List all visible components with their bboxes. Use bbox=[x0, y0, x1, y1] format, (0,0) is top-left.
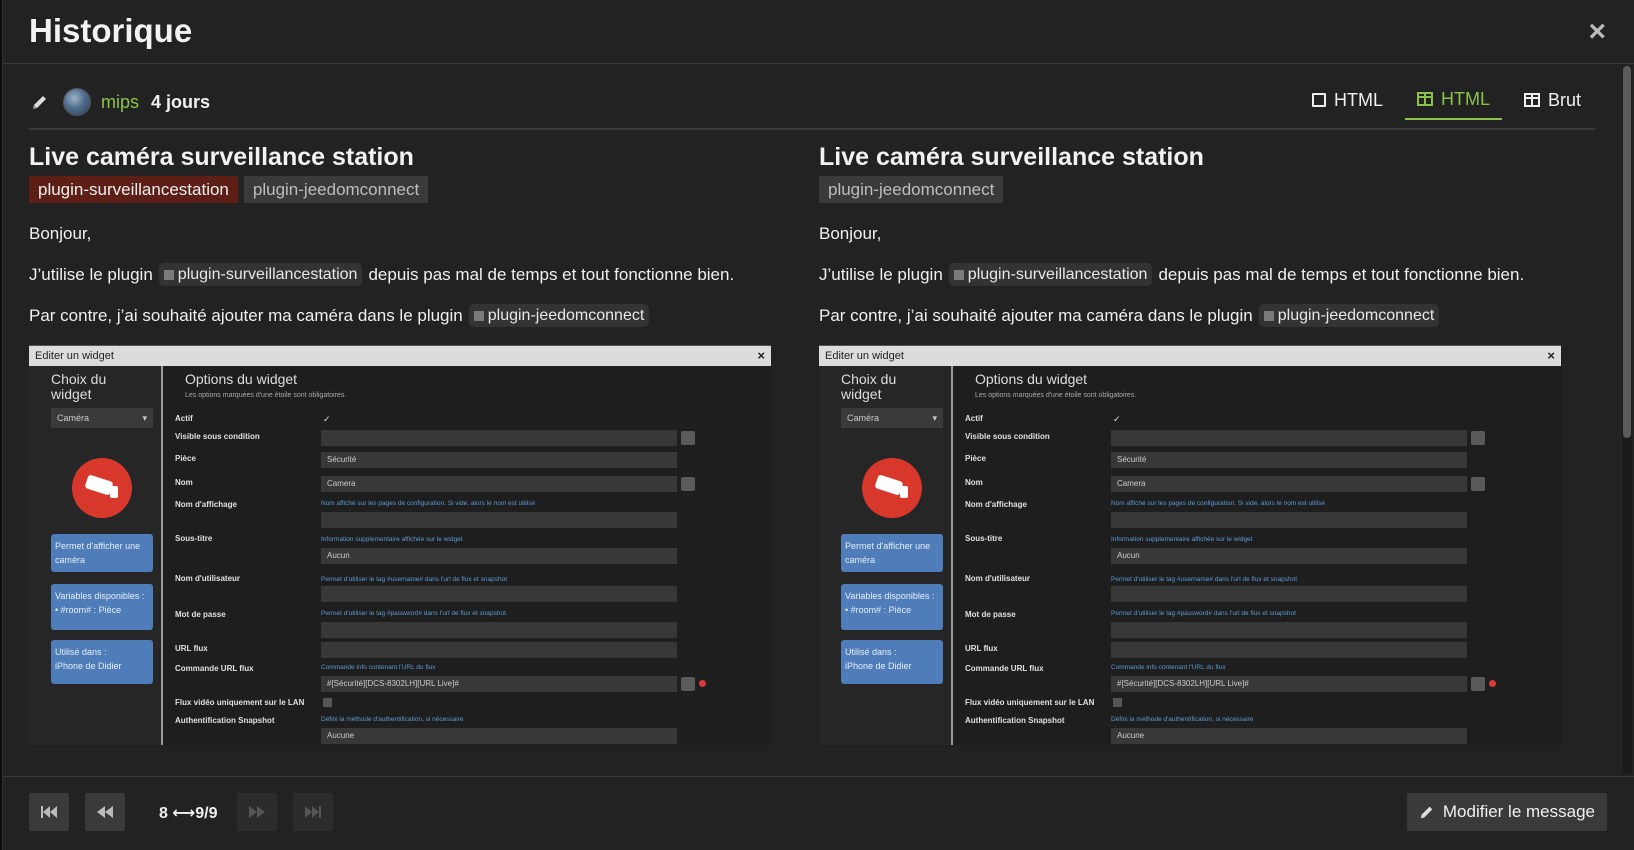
tag-icon bbox=[163, 269, 174, 280]
tag-icon bbox=[953, 269, 964, 280]
tag[interactable]: plugin-jeedomconnect bbox=[819, 176, 1004, 203]
plus-icon bbox=[681, 477, 695, 491]
tab-html-inline[interactable]: HTML bbox=[1300, 80, 1395, 120]
username-link[interactable]: mips bbox=[101, 92, 139, 113]
edit-message-button[interactable]: Modifier le message bbox=[1406, 793, 1607, 831]
shot-info-box: Variables disponibles : • #room# : Pièce bbox=[841, 584, 943, 630]
close-icon: × bbox=[1547, 348, 1555, 363]
check-icon: ✓ bbox=[323, 414, 331, 424]
tag-list: plugin-surveillancestation plugin-jeedom… bbox=[29, 176, 771, 203]
shot-options-sub: Les options marquées d'une étoile sont o… bbox=[975, 392, 1137, 399]
shot-info-box: Utilisé dans : iPhone de Didier bbox=[841, 640, 943, 684]
shot-sidebar: Choix du widget Caméra Permet d'afficher… bbox=[29, 366, 163, 745]
tab-label: Brut bbox=[1547, 89, 1581, 110]
rewind-icon bbox=[97, 806, 113, 818]
scrollbar[interactable] bbox=[1622, 66, 1632, 774]
revision-meta: mips 4 jours bbox=[29, 86, 210, 118]
skip-forward-icon bbox=[305, 806, 321, 818]
tag-icon bbox=[1263, 310, 1274, 321]
post-title: Live caméra surveillance station bbox=[29, 143, 414, 171]
shot-widget-select: Caméra bbox=[51, 408, 153, 428]
fast-forward-icon bbox=[249, 806, 265, 818]
tag-list: plugin-jeedomconnect bbox=[819, 176, 1561, 203]
last-revision-button[interactable] bbox=[293, 793, 333, 831]
list-icon bbox=[1471, 677, 1485, 691]
modal-title: Historique bbox=[29, 12, 193, 49]
post-title: Live caméra surveillance station bbox=[819, 143, 1204, 171]
current-revision: Live caméra surveillance station plugin-… bbox=[819, 136, 1561, 745]
embedded-screenshot[interactable]: Editer un widget × Choix du widget Caméra… bbox=[819, 345, 1561, 745]
shot-side-title: Choix du widget bbox=[51, 371, 107, 402]
embedded-screenshot[interactable]: Editer un widget × Choix du widget Caméra… bbox=[29, 345, 771, 745]
paragraph: J’utilise le plugin plugin-surveillances… bbox=[29, 263, 771, 286]
first-revision-button[interactable] bbox=[29, 793, 69, 831]
list-icon bbox=[681, 677, 695, 691]
tab-html-side-by-side[interactable]: HTML bbox=[1404, 80, 1502, 120]
camera-icon bbox=[862, 458, 922, 518]
view-mode-tabs: HTML HTML Brut bbox=[1300, 80, 1593, 120]
inline-tag[interactable]: plugin-jeedomconnect bbox=[1258, 304, 1440, 327]
paragraph: Par contre, j’ai souhaité ajouter ma cam… bbox=[29, 304, 771, 327]
tab-raw[interactable]: Brut bbox=[1512, 80, 1593, 120]
close-icon: × bbox=[757, 348, 765, 363]
pencil-icon bbox=[29, 91, 51, 113]
columns-icon bbox=[1416, 92, 1433, 106]
tag-icon bbox=[473, 310, 484, 321]
previous-revision: Live caméra surveillance station plugin-… bbox=[29, 136, 771, 745]
inline-tag[interactable]: plugin-surveillancestation bbox=[948, 263, 1153, 286]
next-revision-button[interactable] bbox=[237, 793, 277, 831]
shot-sidebar: Choix du widget Caméra Permet d'afficher… bbox=[819, 366, 953, 745]
paragraph: Bonjour, bbox=[819, 224, 882, 243]
shot-info-box: Utilisé dans : iPhone de Didier bbox=[51, 640, 153, 684]
columns-icon bbox=[1523, 93, 1540, 107]
shot-options: Options du widget Les options marquées d… bbox=[955, 366, 1561, 745]
modal-body: mips 4 jours HTML HTML Brut Live caméra … bbox=[3, 64, 1623, 776]
tab-label: HTML bbox=[1440, 88, 1490, 109]
shot-info-box: Variables disponibles : • #room# : Pièce bbox=[51, 584, 153, 630]
shot-options: Options du widget Les options marquées d… bbox=[165, 366, 771, 745]
tag-removed[interactable]: plugin-surveillancestation bbox=[29, 176, 238, 203]
shot-window-title: Editer un widget bbox=[35, 350, 114, 362]
skip-back-icon bbox=[41, 806, 57, 818]
camera-icon bbox=[72, 458, 132, 518]
inline-tag[interactable]: plugin-jeedomconnect bbox=[468, 304, 650, 327]
shot-widget-select: Caméra bbox=[841, 408, 943, 428]
tag[interactable]: plugin-jeedomconnect bbox=[243, 176, 429, 203]
edit-message-label: Modifier le message bbox=[1442, 802, 1595, 821]
inline-tag[interactable]: plugin-surveillancestation bbox=[158, 263, 363, 286]
close-button[interactable]: × bbox=[1588, 17, 1606, 47]
paragraph: Par contre, j’ai souhaité ajouter ma cam… bbox=[819, 304, 1561, 327]
history-modal: Historique × mips 4 jours HTML HTML Brut… bbox=[2, 0, 1634, 850]
avatar[interactable] bbox=[63, 88, 91, 116]
plus-icon bbox=[1471, 477, 1485, 491]
revision-counter: 8 ⟷9/9 bbox=[159, 805, 218, 822]
shot-options-sub: Les options marquées d'une étoile sont o… bbox=[185, 392, 347, 399]
pencil-icon bbox=[1420, 806, 1433, 819]
paragraph: J’utilise le plugin plugin-surveillances… bbox=[819, 263, 1561, 286]
plus-icon bbox=[1471, 431, 1485, 445]
paragraph: Bonjour, bbox=[29, 224, 92, 243]
scroll-thumb[interactable] bbox=[1623, 66, 1631, 438]
shot-window-title: Editer un widget bbox=[825, 350, 904, 362]
shot-options-title: Options du widget bbox=[185, 371, 298, 387]
check-icon: ✓ bbox=[1113, 414, 1121, 424]
modal-footer: 8 ⟷9/9 Modifier le message bbox=[3, 776, 1634, 850]
revision-age: 4 jours bbox=[151, 91, 211, 112]
tab-label: HTML bbox=[1333, 89, 1383, 110]
remove-icon bbox=[699, 680, 706, 687]
shot-side-title: Choix du widget bbox=[841, 371, 897, 402]
previous-revision-button[interactable] bbox=[85, 793, 125, 831]
plus-icon bbox=[681, 431, 695, 445]
square-icon bbox=[1311, 93, 1326, 107]
shot-info-box: Permet d'afficher une caméra bbox=[841, 534, 943, 572]
shot-info-box: Permet d'afficher une caméra bbox=[51, 534, 153, 572]
shot-options-title: Options du widget bbox=[975, 371, 1088, 387]
divider bbox=[29, 128, 1595, 130]
modal-header: Historique × bbox=[3, 0, 1634, 64]
remove-icon bbox=[1489, 680, 1496, 687]
